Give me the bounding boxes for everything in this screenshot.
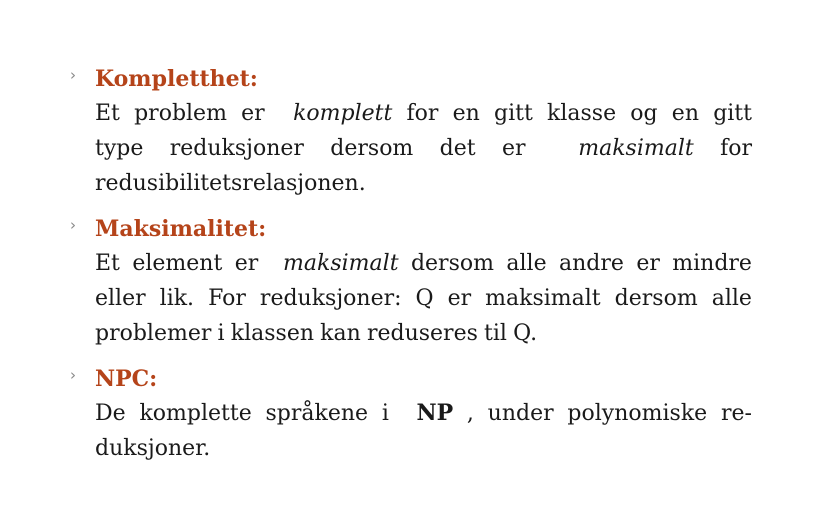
text-run: språkene [265,401,369,426]
text-run: For [208,286,246,311]
chevron-right-icon: › [70,366,76,384]
definition-line: Et element er maksimalt dersom alle andre er min… [95,246,752,281]
definition-line: Et problem er komplett for en gitt klasse og en gi… [95,96,752,131]
text-run: under [487,401,554,426]
text-run: maksimalt [485,286,601,311]
text-run: klassen [230,321,315,346]
text-run: komplett [293,101,393,126]
text-run: er [636,251,660,276]
text-run: type [95,136,144,161]
text-run: problemer [95,321,212,346]
definition-term: Kompletthet: [95,66,258,92]
definition-item: › Kompletthet: Et problem er komplett for en git… [70,62,760,201]
definition-term: NPC: [95,366,158,392]
text-run: og [630,101,658,126]
text-run: andre [559,251,624,276]
definition-line: De komplette språkene i NP, under polynomiske r… [95,396,752,431]
chevron-right-icon: › [70,216,76,234]
text-run: er [501,136,526,161]
text-run: gitt [713,101,752,126]
text-run: alle [506,251,547,276]
text-run: eller [95,286,146,311]
text-run: er [241,101,265,126]
text-run: Q [415,286,434,311]
text-run: er [447,286,472,311]
text-run: Et [95,101,120,126]
text-run: kan [320,321,361,346]
text-run: Q. [513,321,538,346]
text-run: reduksjoner [169,136,304,161]
text-run: en [452,101,480,126]
text-run: det [439,136,476,161]
text-run: dersom [330,136,414,161]
text-run: duksjoner. [95,436,211,461]
text-run: i [381,401,389,426]
text-run: redusibilitetsrelasjonen. [95,171,366,196]
text-run: NP [416,400,454,426]
definition-item: › Maksimalitet: Et element er maksimalt dersom… [70,212,760,351]
text-run: Et [95,251,120,276]
text-run: komplette [139,401,252,426]
text-run: maksimalt [283,251,399,276]
text-run: reduseres [366,321,478,346]
text-run: dersom [614,286,698,311]
text-run: reduksjoner: [259,286,402,311]
text-run: element [132,251,223,276]
definition-item: › NPC: De komplette språkene i NP, under polynom… [70,362,760,466]
text-run: klasse [547,101,617,126]
text-run: for [720,136,752,161]
text-run: De [95,401,126,426]
text-run: dersom [410,251,494,276]
text-run: gitt [494,101,533,126]
text-run: mindre [672,251,752,276]
text-run: re- [720,401,752,426]
definition-line: problemer i klassen kan reduseres til Q. [95,316,752,351]
text-run: maksimalt [578,136,694,161]
text-run: for [406,101,439,126]
definition-term: Maksimalitet: [95,216,267,242]
text-run: problem [134,101,227,126]
text-run: i [217,321,225,346]
text-run: alle [711,286,752,311]
text-run: lik. [159,286,195,311]
text-run: en [671,101,699,126]
text-run: er [234,251,259,276]
chevron-right-icon: › [70,66,76,84]
definition-line: redusibilitetsrelasjonen. [95,166,752,201]
text-run: polynomiske [567,401,708,426]
text-run: , [466,401,474,426]
definition-line: eller lik. For reduksjoner: Qer maksimalt ders… [95,281,752,316]
text-run: til [484,321,507,346]
definition-line: duksjoner. [95,431,752,466]
definition-line: type reduksjoner dersom det er maksimalt for [95,131,752,166]
